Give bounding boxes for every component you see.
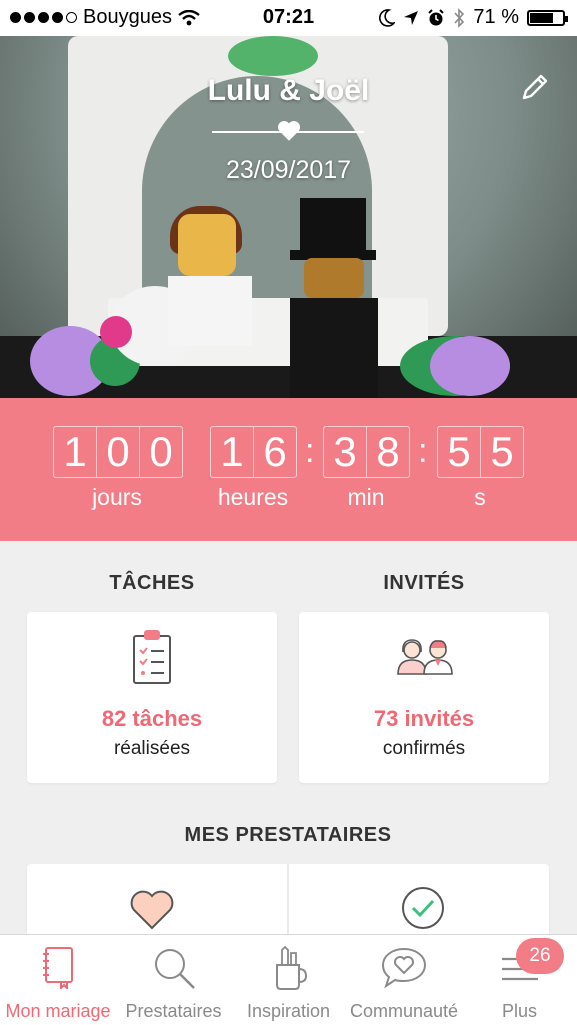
battery-percent: 71 % [473,6,519,28]
couple-people-icon [397,639,453,675]
countdown-panel: 1 0 0 1 6 : 3 8 : 5 5 jours heures min s [0,398,577,541]
cover-photo: Lulu & Joël 23/09/2017 [0,36,577,398]
clipboard-checklist-icon [133,630,171,684]
guests-title: INVITÉS [383,572,465,594]
tasks-subtitle: réalisées [113,738,191,759]
time-separator: : [418,432,428,470]
seconds-digits: 5 5 [437,426,524,478]
chat-heart-icon [381,947,427,989]
tab-label: Communauté [349,1001,459,1021]
couple-names: Lulu & Joël [207,74,370,107]
hours-label: heures [217,484,289,510]
tab-inspiration[interactable]: Inspiration [231,935,346,1025]
heart-icon [130,890,174,930]
alarm-icon [428,8,445,25]
seconds-label: s [474,484,486,510]
status-right: 71 % [379,6,568,29]
tasks-card[interactable]: 82 tâches réalisées [27,612,277,783]
tab-label: Plus [501,1001,537,1021]
minutes-digit: 8 [376,428,400,475]
tab-label: Mon mariage [5,1001,111,1021]
heart-icon [277,121,301,141]
battery-icon [527,9,568,26]
search-icon [154,949,195,989]
hours-digit: 1 [211,427,254,477]
minutes-digit: 3 [324,427,367,477]
seconds-digit: 5 [438,427,481,477]
time-separator: : [305,432,315,470]
guests-subtitle: confirmés [382,738,466,759]
tab-mon-mariage[interactable]: Mon mariage [0,935,116,1025]
pencil-icon[interactable] [518,70,552,104]
check-circle-icon [402,887,444,929]
guests-count: 73 invités [373,706,475,731]
vendors-title: MES PRESTATAIRES [184,824,392,846]
notebook-icon [43,947,73,989]
minutes-digits: 3 8 [323,426,410,478]
tab-label: Prestataires [125,1001,222,1021]
hours-digits: 1 6 [210,426,297,478]
days-digit: 0 [149,428,173,475]
days-digit: 0 [97,427,140,477]
tasks-count: 82 tâches [101,706,203,731]
status-bar: Bouygues 07:21 71 % [0,0,577,36]
guests-card[interactable]: 73 invités confirmés [299,612,549,783]
days-digits: 1 0 0 [53,426,183,478]
hours-digit: 6 [263,428,287,475]
tab-prestataires[interactable]: Prestataires [116,935,231,1025]
pencil-cup-icon [275,945,307,990]
days-label: jours [92,484,142,510]
bluetooth-icon [454,7,465,28]
tab-communaute[interactable]: Communauté [346,935,462,1025]
wedding-date: 23/09/2017 [225,156,352,184]
tab-label: Inspiration [246,1001,331,1021]
minutes-label: min [347,484,385,510]
tasks-title: TÂCHES [109,572,195,594]
notification-badge: 26 [516,938,564,974]
days-digit: 1 [54,427,97,477]
moon-icon [379,8,396,27]
tab-bar: Mon mariage Prestataires Inspiration Com… [0,934,577,1025]
location-arrow-icon [404,10,419,25]
seconds-digit: 5 [490,428,514,475]
